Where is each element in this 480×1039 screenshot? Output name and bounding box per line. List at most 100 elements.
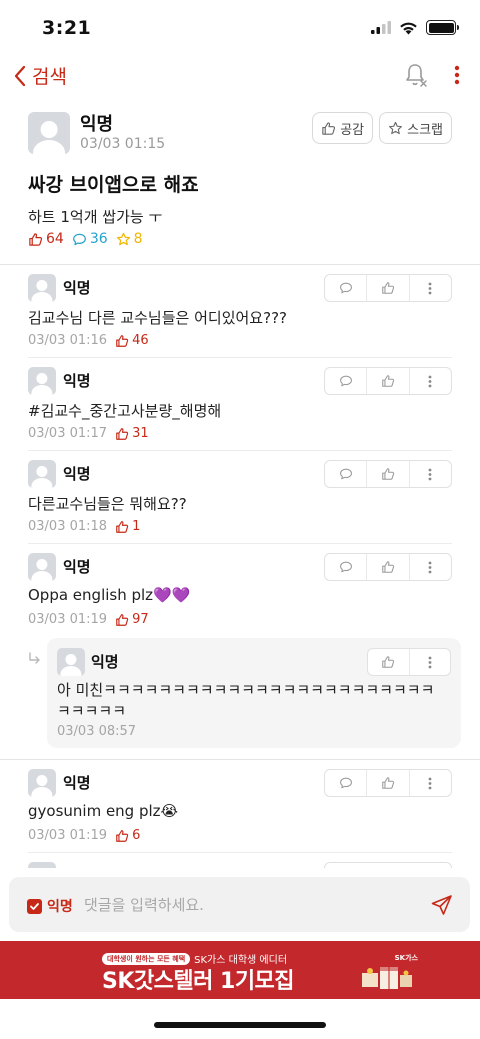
post-body: 하트 1억개 쌉가능 ㅜ: [28, 208, 163, 226]
post-actions: 공감 스크랩: [312, 112, 452, 144]
like-button[interactable]: [367, 461, 410, 487]
thumbs-up-icon: [382, 282, 395, 294]
like-count: 64: [28, 231, 64, 247]
reply-button[interactable]: [325, 554, 368, 580]
thumbs-up-icon: [382, 561, 395, 573]
comment-like-count: 31: [115, 426, 149, 441]
thumbs-up-icon: [116, 613, 129, 626]
comment-like-count: 6: [115, 828, 140, 843]
post-title: 싸강 브이앱으로 해죠: [28, 174, 199, 196]
comment-author: 익명: [63, 372, 91, 390]
comment-count: 36: [72, 231, 108, 247]
star-icon: [116, 232, 130, 245]
reply-toolbar: [367, 648, 451, 676]
thumbs-up-icon: [116, 334, 129, 347]
reply-button[interactable]: [325, 275, 368, 301]
status-icons: [371, 20, 459, 35]
like-button[interactable]: [367, 554, 410, 580]
reply-button[interactable]: [325, 770, 368, 796]
divider: [0, 264, 480, 265]
like-button[interactable]: [367, 770, 410, 796]
like-button[interactable]: [368, 649, 410, 675]
cellular-signal-icon: [371, 21, 391, 34]
more-vertical-icon[interactable]: [454, 65, 460, 85]
back-button[interactable]: 검색: [14, 62, 67, 89]
anonymous-checkbox[interactable]: 익명: [27, 896, 73, 916]
comment-text: gyosunim eng plz😭: [28, 802, 179, 820]
like-button[interactable]: [367, 368, 410, 394]
reply: 익명 아 미친ㅋㅋㅋㅋㅋㅋㅋㅋㅋㅋㅋㅋㅋㅋㅋㅋㅋㅋㅋㅋㅋㅋㅋㅋㅋㅋㅋㅋㅋ 03/…: [47, 638, 461, 748]
comment-meta: 03/03 01:19 6: [28, 828, 140, 843]
thumbs-up-icon: [382, 656, 395, 668]
notification-off-icon[interactable]: [404, 62, 428, 88]
post-stats: 64 36 8: [28, 231, 143, 247]
avatar: [28, 769, 56, 797]
avatar: [28, 460, 56, 488]
more-button[interactable]: [410, 461, 451, 487]
more-vertical-icon: [428, 375, 432, 387]
more-button[interactable]: [410, 275, 451, 301]
gift-illustration-icon: [362, 967, 412, 989]
avatar: [57, 648, 85, 676]
thumbs-up-icon: [116, 427, 129, 440]
reply-arrow-icon: [29, 652, 40, 664]
more-button[interactable]: [410, 368, 451, 394]
comment-time: 03/03 01:17: [28, 426, 108, 441]
more-button[interactable]: [410, 554, 451, 580]
comment-like-count: 1: [115, 519, 140, 534]
post-author: 익명: [80, 114, 114, 135]
anonymous-label: 익명: [47, 899, 73, 915]
nav-bar: 검색: [0, 56, 480, 100]
banner-headline: SK갓스텔러 1기모집: [102, 969, 295, 994]
ad-banner[interactable]: 대학생이 원하는 모든 혜택 SK가스 대학생 에디터 SK갓스텔러 1기모집 …: [0, 941, 480, 999]
reply-author: 익명: [91, 653, 119, 671]
comment-time: 03/03 01:19: [28, 828, 108, 843]
more-vertical-icon: [428, 468, 432, 480]
send-button[interactable]: [428, 891, 456, 919]
avatar: [28, 367, 56, 395]
avatar: [28, 112, 70, 154]
more-button[interactable]: [410, 770, 451, 796]
comment-text: Oppa english plz💜💜: [28, 586, 191, 604]
reply-button[interactable]: [325, 368, 368, 394]
empathize-label: 공감: [340, 122, 365, 138]
thumbs-up-icon: [382, 468, 395, 480]
send-icon: [431, 895, 452, 915]
more-button[interactable]: [410, 649, 451, 675]
more-vertical-icon: [428, 777, 432, 789]
comment-toolbar: [324, 367, 452, 395]
divider: [28, 543, 452, 544]
scrap-button[interactable]: 스크랩: [379, 112, 452, 144]
comment-toolbar: [324, 274, 452, 302]
divider: [28, 357, 452, 358]
battery-icon: [426, 20, 459, 35]
star-icon: [389, 121, 403, 134]
divider: [0, 759, 480, 760]
comment-bubble-icon: [339, 468, 352, 480]
comment-toolbar: [324, 769, 452, 797]
comment-time: 03/03 01:18: [28, 519, 108, 534]
comment-like-count: 46: [115, 333, 149, 348]
status-bar: 3:21: [0, 0, 480, 56]
divider: [28, 450, 452, 451]
comment-meta: 03/03 01:18 1: [28, 519, 140, 534]
comment-toolbar: [324, 553, 452, 581]
comment-meta: 03/03 01:17 31: [28, 426, 149, 441]
comment-input[interactable]: [84, 892, 404, 918]
comment-input-box: 익명: [9, 877, 470, 932]
comment-meta: 03/03 01:16 46: [28, 333, 149, 348]
nav-actions: [404, 62, 460, 88]
thumbs-up-icon: [116, 520, 129, 533]
comment-bubble-icon: [339, 561, 352, 573]
reply-button[interactable]: [325, 461, 368, 487]
scrap-count: 8: [116, 231, 143, 247]
comment-bubble-icon: [339, 282, 352, 294]
avatar: [28, 553, 56, 581]
avatar: [28, 274, 56, 302]
empathize-button[interactable]: 공감: [312, 112, 374, 144]
thumbs-up-icon: [382, 375, 395, 387]
comment-time: 03/03 01:19: [28, 612, 108, 627]
like-button[interactable]: [367, 275, 410, 301]
comment-meta: 03/03 01:19 97: [28, 612, 149, 627]
comment-text: 다른교수님들은 뭐해요??: [28, 495, 187, 513]
